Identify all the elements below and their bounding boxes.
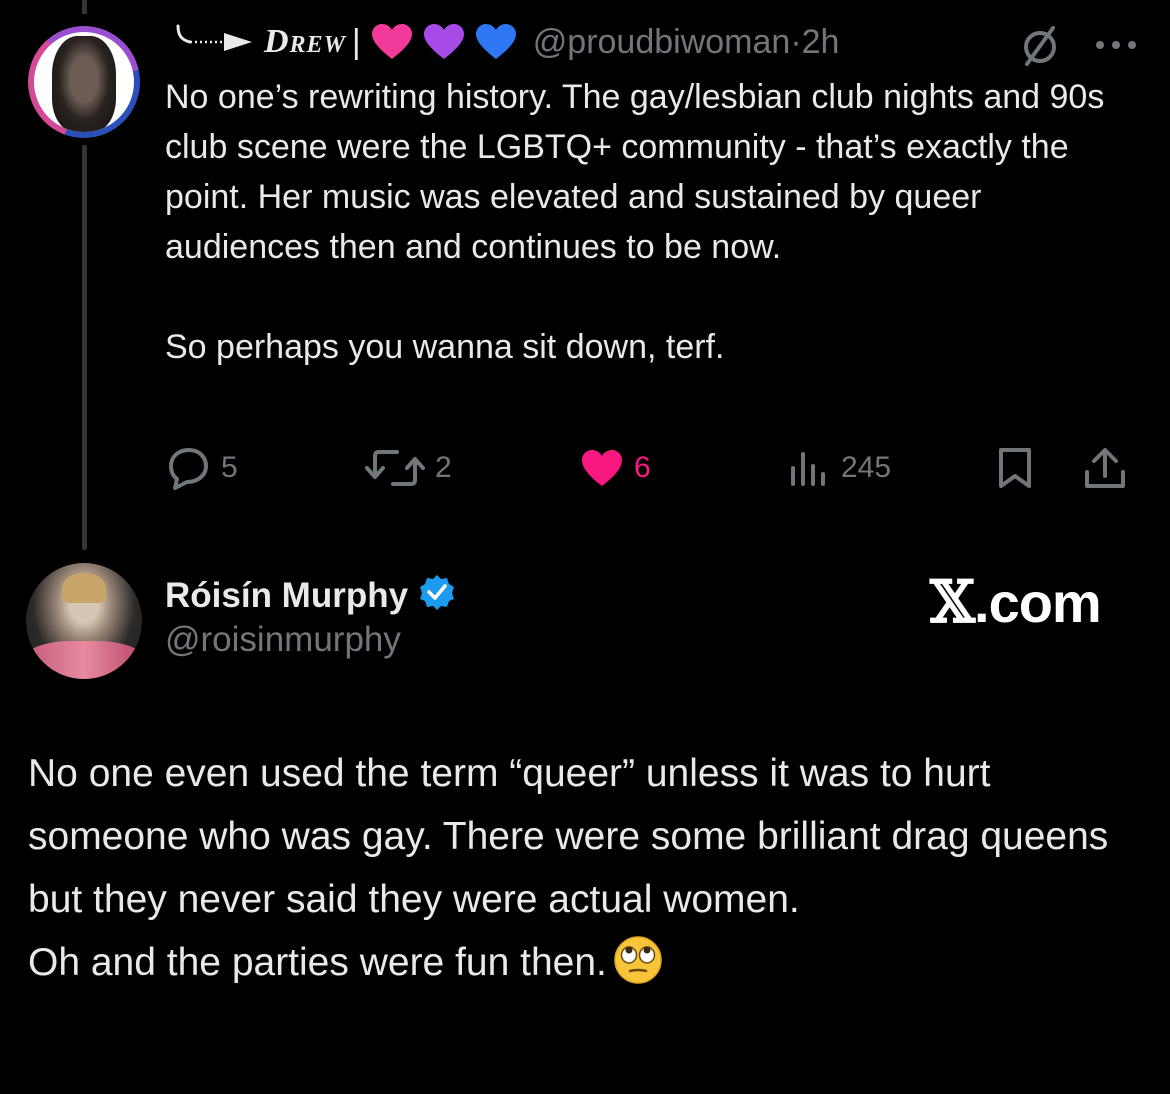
name-divider: | — [351, 22, 361, 61]
tweet-header: Drew | @proudbiwoman·2h — [168, 14, 839, 70]
share-icon — [1083, 446, 1127, 490]
rolling-eyes-emoji-icon — [613, 935, 663, 985]
repost-count: 2 — [435, 451, 452, 484]
tweet-actions: 5 2 6 245 — [165, 440, 1140, 496]
views-count: 245 — [841, 451, 892, 484]
reply-icon — [165, 446, 211, 490]
bookmark-icon — [995, 446, 1035, 490]
reply-button[interactable]: 5 — [165, 440, 238, 496]
tweet-paragraph: Oh and the parties were fun then. — [28, 941, 607, 984]
views-button[interactable]: 245 — [787, 440, 891, 496]
repost-button[interactable]: 2 — [365, 440, 452, 496]
x-logo-icon: 𝕏 — [930, 568, 975, 636]
separator: · — [790, 22, 802, 61]
reply-count: 5 — [221, 451, 238, 484]
author-name-row[interactable]: Róisín Murphy — [165, 571, 456, 621]
tweet-paragraph-last: Oh and the parties were fun then. — [28, 931, 1148, 994]
verified-badge-icon — [418, 573, 456, 620]
avatar[interactable] — [28, 26, 140, 138]
avatar[interactable] — [26, 563, 142, 679]
tweet-paragraph: So perhaps you wanna sit down, terf. — [165, 328, 725, 366]
thread-line — [82, 145, 87, 550]
handle[interactable]: @proudbiwoman — [533, 23, 791, 61]
display-name[interactable]: Róisín Murphy — [165, 576, 408, 616]
mute-icon[interactable] — [1017, 22, 1063, 68]
bookmark-button[interactable] — [995, 440, 1035, 496]
blue-heart-icon — [475, 23, 517, 61]
like-icon — [580, 448, 624, 488]
timestamp[interactable]: 2h — [802, 23, 840, 61]
quoted-tweet-text: No one even used the term “queer” unless… — [28, 742, 1148, 994]
display-name[interactable]: Drew — [264, 23, 346, 61]
x-brand-watermark: 𝕏.com — [930, 568, 1102, 636]
handle-time[interactable]: @proudbiwoman·2h — [533, 23, 840, 62]
pink-heart-icon — [371, 23, 413, 61]
tweet-paragraph: No one even used the term “queer” unless… — [28, 752, 1109, 921]
handle[interactable]: @roisinmurphy — [165, 620, 401, 660]
more-icon[interactable] — [1092, 38, 1140, 50]
brand-suffix: .com — [974, 571, 1102, 634]
repost-icon — [365, 446, 425, 490]
tweet-text: No one’s rewriting history. The gay/lesb… — [165, 72, 1145, 372]
thread-line-top — [82, 0, 87, 14]
views-icon — [787, 448, 831, 488]
share-button[interactable] — [1083, 440, 1127, 496]
purple-heart-icon — [423, 23, 465, 61]
like-count: 6 — [634, 451, 651, 484]
tweet-paragraph: No one’s rewriting history. The gay/lesb… — [165, 78, 1105, 266]
like-button[interactable]: 6 — [580, 440, 651, 496]
arrow-hook-icon — [168, 22, 254, 62]
